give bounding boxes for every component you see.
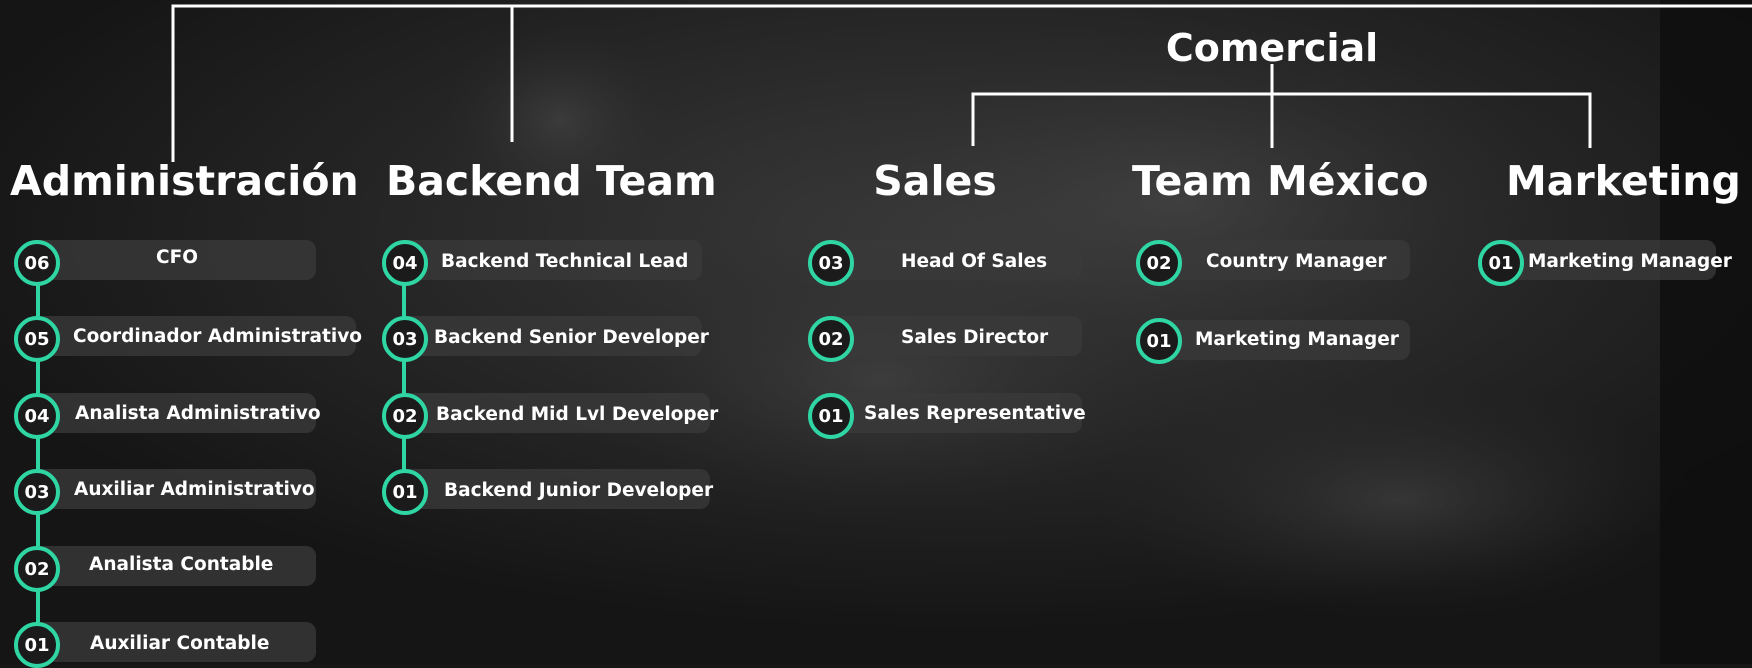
role-label: Country Manager bbox=[1206, 251, 1387, 272]
level-badge: 05 bbox=[14, 316, 60, 362]
ladder-line-backend bbox=[402, 262, 406, 490]
level-badge: 01 bbox=[382, 469, 428, 515]
level-badge: 03 bbox=[808, 240, 854, 286]
level-badge: 03 bbox=[382, 316, 428, 362]
role-label: Marketing Manager bbox=[1195, 329, 1399, 350]
group-title-comercial: Comercial bbox=[1165, 26, 1379, 70]
role-label: Auxiliar Contable bbox=[90, 633, 270, 654]
role-label: Backend Senior Developer bbox=[434, 327, 709, 348]
dept-title-team-mexico: Team México bbox=[1132, 157, 1429, 205]
dept-title-administracion: Administración bbox=[10, 157, 359, 205]
level-badge: 04 bbox=[382, 240, 428, 286]
level-badge: 01 bbox=[14, 622, 60, 668]
dept-title-sales: Sales bbox=[873, 157, 997, 205]
level-badge: 04 bbox=[14, 393, 60, 439]
role-label: Analista Contable bbox=[89, 554, 274, 575]
role-label: Sales Representative bbox=[864, 403, 1086, 424]
level-badge: 02 bbox=[14, 546, 60, 592]
level-badge: 06 bbox=[14, 240, 60, 286]
role-label: Backend Technical Lead bbox=[441, 251, 689, 272]
level-badge: 03 bbox=[14, 469, 60, 515]
role-label: Sales Director bbox=[901, 327, 1049, 348]
level-badge: 01 bbox=[808, 393, 854, 439]
level-badge: 02 bbox=[808, 316, 854, 362]
level-badge: 01 bbox=[1478, 240, 1524, 286]
role-label: Analista Administrativo bbox=[75, 403, 321, 424]
role-label: Auxiliar Administrativo bbox=[74, 479, 315, 500]
role-label: Coordinador Administrativo bbox=[73, 326, 362, 347]
level-badge: 02 bbox=[1136, 240, 1182, 286]
role-label: Backend Junior Developer bbox=[444, 480, 714, 501]
role-label: Backend Mid Lvl Developer bbox=[436, 404, 719, 425]
role-label: Head Of Sales bbox=[901, 251, 1048, 272]
level-badge: 02 bbox=[382, 393, 428, 439]
role-label: Marketing Manager bbox=[1528, 251, 1732, 272]
role-label: CFO bbox=[156, 247, 198, 268]
dept-title-backend-team: Backend Team bbox=[386, 157, 717, 205]
level-badge: 01 bbox=[1136, 318, 1182, 364]
dept-title-marketing: Marketing bbox=[1506, 157, 1741, 205]
